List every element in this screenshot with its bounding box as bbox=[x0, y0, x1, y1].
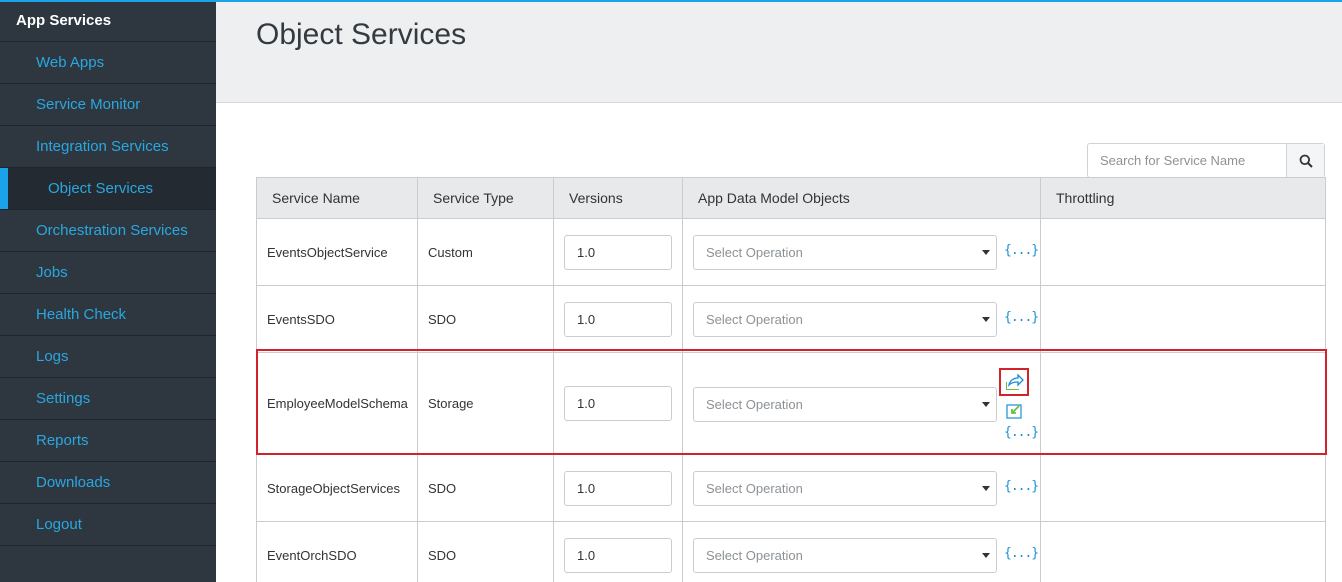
operation-cell: Select Operation {...} bbox=[682, 218, 1041, 286]
operation-select[interactable]: Select Operation bbox=[693, 387, 997, 422]
sidebar-item-integration-services[interactable]: Integration Services bbox=[0, 126, 216, 168]
col-header-versions[interactable]: Versions bbox=[553, 177, 683, 219]
chevron-down-icon bbox=[982, 250, 990, 255]
page-header: Object Services bbox=[216, 2, 1342, 103]
operation-cell: Select Operation {...} bbox=[682, 521, 1041, 582]
operation-select[interactable]: Select Operation bbox=[693, 471, 997, 506]
table-row: EmployeeModelSchema Storage 1.0 Select O… bbox=[256, 352, 1326, 455]
service-name-cell[interactable]: EventsSDO bbox=[256, 285, 418, 353]
operation-select-value: Select Operation bbox=[706, 312, 803, 327]
sidebar-title: App Services bbox=[0, 0, 216, 42]
json-braces-icon[interactable]: {...} bbox=[1004, 425, 1039, 440]
throttling-cell bbox=[1040, 218, 1326, 286]
service-type-cell: SDO bbox=[417, 285, 554, 353]
search-icon bbox=[1299, 154, 1313, 168]
table-header-row: Service Name Service Type Versions App D… bbox=[256, 177, 1326, 219]
export-button[interactable] bbox=[999, 368, 1029, 396]
table-row: EventOrchSDO SDO 1.0 Select Operation {.… bbox=[256, 521, 1326, 582]
search-button[interactable] bbox=[1286, 144, 1324, 177]
import-button[interactable] bbox=[999, 397, 1029, 425]
col-header-app-data-model-objects[interactable]: App Data Model Objects bbox=[682, 177, 1041, 219]
service-type-cell: Custom bbox=[417, 218, 554, 286]
version-cell: 1.0 bbox=[553, 521, 683, 582]
sidebar-item-health-check[interactable]: Health Check bbox=[0, 294, 216, 336]
json-braces-icon[interactable]: {...} bbox=[1004, 479, 1039, 494]
sidebar-item-web-apps[interactable]: Web Apps bbox=[0, 42, 216, 84]
chevron-down-icon bbox=[982, 486, 990, 491]
sidebar-item-orchestration-services[interactable]: Orchestration Services bbox=[0, 210, 216, 252]
sidebar-item-logs[interactable]: Logs bbox=[0, 336, 216, 378]
json-braces-icon[interactable]: {...} bbox=[1004, 310, 1039, 325]
version-cell: 1.0 bbox=[553, 218, 683, 286]
service-type-cell: Storage bbox=[417, 352, 554, 455]
service-type-cell: SDO bbox=[417, 521, 554, 582]
col-header-service-name[interactable]: Service Name bbox=[256, 177, 418, 219]
json-braces-icon[interactable]: {...} bbox=[1004, 546, 1039, 561]
throttling-cell bbox=[1040, 285, 1326, 353]
version-select[interactable]: 1.0 bbox=[564, 537, 672, 573]
sidebar-item-settings[interactable]: Settings bbox=[0, 378, 216, 420]
services-table: Service Name Service Type Versions App D… bbox=[256, 177, 1326, 582]
throttling-cell bbox=[1040, 521, 1326, 582]
table-row: StorageObjectServices SDO 1.0 Select Ope… bbox=[256, 454, 1326, 522]
version-select[interactable]: 1.0 bbox=[564, 301, 672, 337]
version-select[interactable]: 1.0 bbox=[564, 386, 672, 421]
version-cell: 1.0 bbox=[553, 285, 683, 353]
sidebar-item-service-monitor[interactable]: Service Monitor bbox=[0, 84, 216, 126]
version-cell: 1.0 bbox=[553, 352, 683, 455]
table-row: EventsObjectService Custom 1.0 Select Op… bbox=[256, 218, 1326, 286]
export-share-icon bbox=[1006, 373, 1024, 390]
chevron-down-icon bbox=[982, 317, 990, 322]
version-select[interactable]: 1.0 bbox=[564, 234, 672, 270]
json-braces-icon[interactable]: {...} bbox=[1004, 243, 1039, 258]
throttling-cell bbox=[1040, 352, 1326, 455]
operation-select-value: Select Operation bbox=[706, 481, 803, 496]
service-name-cell[interactable]: EventsObjectService bbox=[256, 218, 418, 286]
operation-cell: Select Operation {...} bbox=[682, 454, 1041, 522]
operation-select[interactable]: Select Operation bbox=[693, 538, 997, 573]
import-icon bbox=[1006, 404, 1022, 419]
table-row: EventsSDO SDO 1.0 Select Operation {...} bbox=[256, 285, 1326, 353]
operation-cell: Select Operation {...} bbox=[682, 352, 1041, 455]
operation-select-value: Select Operation bbox=[706, 245, 803, 260]
operation-select[interactable]: Select Operation bbox=[693, 235, 997, 270]
service-type-cell: SDO bbox=[417, 454, 554, 522]
sidebar-item-downloads[interactable]: Downloads bbox=[0, 462, 216, 504]
col-header-throttling[interactable]: Throttling bbox=[1040, 177, 1326, 219]
operation-select-value: Select Operation bbox=[706, 397, 803, 412]
search-box bbox=[1087, 143, 1325, 178]
service-name-cell[interactable]: StorageObjectServices bbox=[256, 454, 418, 522]
operation-select[interactable]: Select Operation bbox=[693, 302, 997, 337]
service-name-cell[interactable]: EventOrchSDO bbox=[256, 521, 418, 582]
chevron-down-icon bbox=[982, 402, 990, 407]
operation-cell: Select Operation {...} bbox=[682, 285, 1041, 353]
search-input[interactable] bbox=[1088, 144, 1288, 177]
service-name-cell[interactable]: EmployeeModelSchema bbox=[256, 352, 418, 455]
sidebar-item-object-services[interactable]: Object Services bbox=[0, 168, 216, 210]
col-header-service-type[interactable]: Service Type bbox=[417, 177, 554, 219]
sidebar-item-logout[interactable]: Logout bbox=[0, 504, 216, 546]
version-select[interactable]: 1.0 bbox=[564, 470, 672, 506]
top-accent-line bbox=[0, 0, 1342, 2]
sidebar: App Services Web Apps Service Monitor In… bbox=[0, 0, 216, 582]
operation-select-value: Select Operation bbox=[706, 548, 803, 563]
sidebar-item-reports[interactable]: Reports bbox=[0, 420, 216, 462]
sidebar-item-jobs[interactable]: Jobs bbox=[0, 252, 216, 294]
page-title: Object Services bbox=[256, 18, 467, 51]
version-cell: 1.0 bbox=[553, 454, 683, 522]
throttling-cell bbox=[1040, 454, 1326, 522]
chevron-down-icon bbox=[982, 553, 990, 558]
